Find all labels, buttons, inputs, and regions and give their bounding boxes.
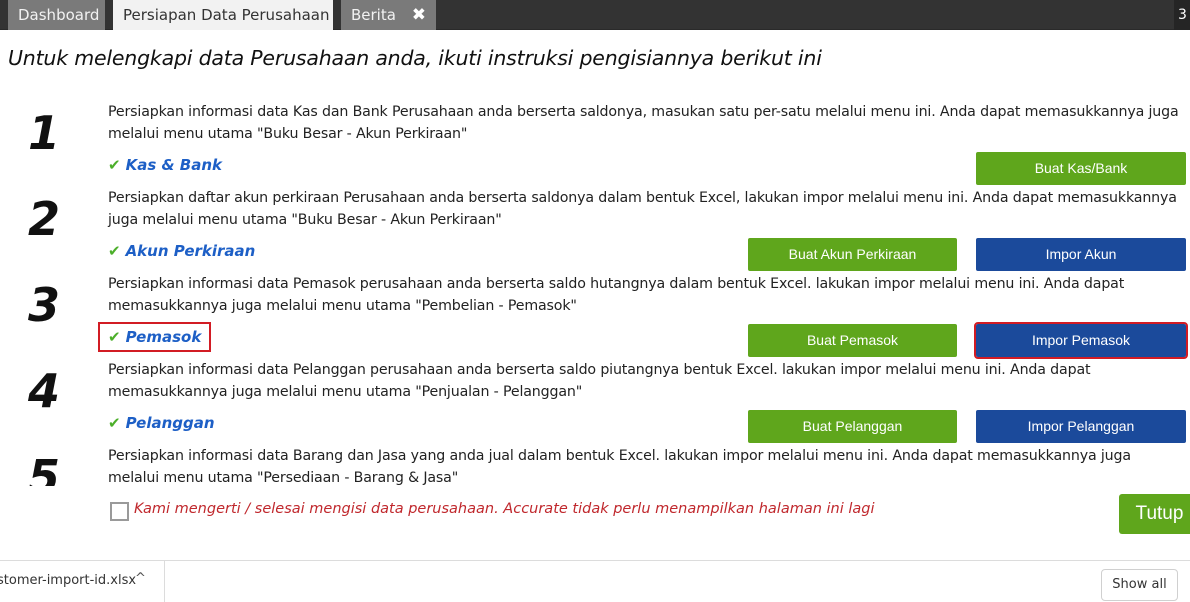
buat-pelanggan-button[interactable]: Buat Pelanggan [748, 410, 957, 443]
steps-scroll-area[interactable]: 1 Persiapkan informasi data Kas dan Bank… [0, 102, 1190, 486]
chevron-up-icon[interactable]: ^ [135, 571, 146, 586]
tab-berita-label: Berita [351, 6, 396, 24]
step-description: Persiapkan informasi data Kas dan Bank P… [108, 104, 1179, 142]
buat-pemasok-button[interactable]: Buat Pemasok [748, 324, 957, 357]
step-description: Persiapkan informasi data Pemasok perusa… [108, 276, 1125, 314]
step-1: 1 Persiapkan informasi data Kas dan Bank… [0, 102, 1190, 188]
step-description: Persiapkan informasi data Barang dan Jas… [108, 448, 1131, 486]
step-number: 4 [28, 364, 61, 418]
step-2: 2 Persiapkan daftar akun perkiraan Perus… [0, 188, 1190, 274]
link-kas-bank[interactable]: ✔ Kas & Bank [108, 156, 222, 174]
step-description: Persiapkan informasi data Pelanggan peru… [108, 362, 1091, 400]
impor-akun-button[interactable]: Impor Akun [976, 238, 1186, 271]
page-title: Untuk melengkapi data Perusahaan anda, i… [8, 46, 822, 70]
check-icon: ✔ [108, 156, 121, 174]
step-number: 1 [28, 106, 61, 160]
step-number: 3 [28, 278, 61, 332]
close-icon[interactable]: ✖ [412, 0, 426, 30]
step-number: 2 [28, 192, 61, 246]
buat-akun-perkiraan-button[interactable]: Buat Akun Perkiraan [748, 238, 957, 271]
show-all-button[interactable]: Show all [1101, 569, 1178, 601]
step-5: 5 Persiapkan informasi data Barang dan J… [0, 446, 1190, 486]
download-item[interactable]: stomer-import-id.xlsx ^ [0, 561, 165, 602]
confirm-label[interactable]: Kami mengerti / selesai mengisi data per… [134, 501, 875, 517]
link-label: Akun Perkiraan [125, 242, 256, 260]
step-4: 4 Persiapkan informasi data Pelanggan pe… [0, 360, 1190, 446]
step-3: 3 Persiapkan informasi data Pemasok peru… [0, 274, 1190, 360]
check-icon: ✔ [108, 242, 121, 260]
tab-overflow[interactable]: 3 [1174, 0, 1190, 30]
tab-berita[interactable]: Berita ✖ [341, 0, 436, 30]
check-icon: ✔ [108, 414, 121, 432]
tab-persiapan-data-perusahaan[interactable]: Persiapan Data Perusahaan [113, 0, 333, 30]
impor-pemasok-button[interactable]: Impor Pemasok [974, 322, 1188, 359]
impor-pelanggan-button[interactable]: Impor Pelanggan [976, 410, 1186, 443]
persiapan-data-panel: Untuk melengkapi data Perusahaan anda, i… [0, 30, 1190, 560]
link-pelanggan[interactable]: ✔ Pelanggan [108, 414, 215, 432]
step-description: Persiapkan daftar akun perkiraan Perusah… [108, 190, 1177, 228]
link-pemasok[interactable]: ✔ Pemasok [97, 322, 212, 352]
check-icon: ✔ [108, 328, 121, 346]
download-bar: stomer-import-id.xlsx ^ Show all [0, 560, 1190, 602]
buat-kas-bank-button[interactable]: Buat Kas/Bank [976, 152, 1186, 185]
tab-dashboard[interactable]: Dashboard [8, 0, 105, 30]
step-number: 5 [28, 450, 61, 486]
download-file-name: stomer-import-id.xlsx [0, 573, 137, 588]
tab-bar: Dashboard Persiapan Data Perusahaan Beri… [0, 0, 1190, 30]
link-label: Pemasok [125, 328, 202, 346]
confirm-checkbox[interactable] [110, 502, 129, 521]
link-akun-perkiraan[interactable]: ✔ Akun Perkiraan [108, 242, 255, 260]
link-label: Kas & Bank [125, 156, 222, 174]
tutup-button[interactable]: Tutup [1119, 494, 1190, 534]
link-label: Pelanggan [125, 414, 215, 432]
